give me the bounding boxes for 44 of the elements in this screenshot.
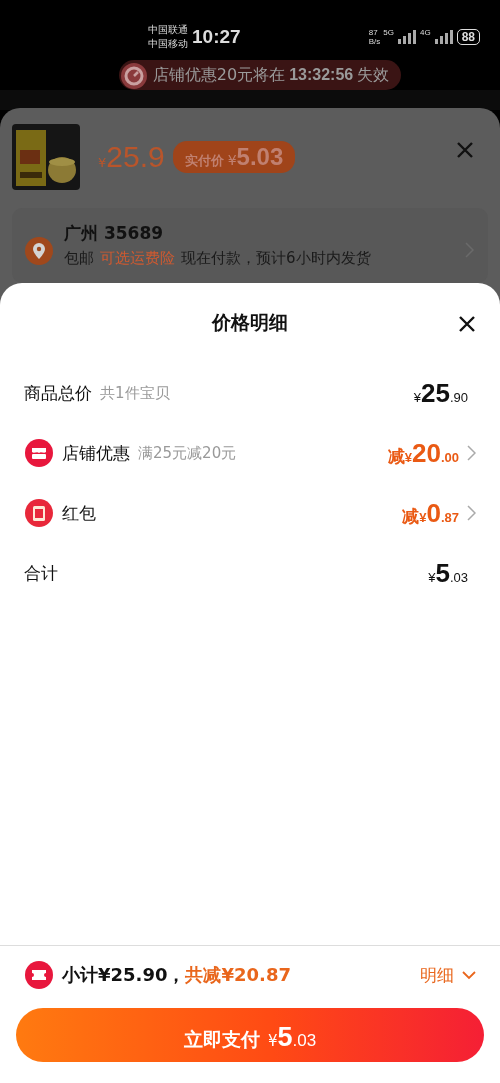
envelope-icon: [24, 498, 54, 528]
promo-text: 店铺优惠20元将在: [152, 64, 286, 86]
address-card[interactable]: 广州 35689 包邮 可选运费险 现在付款，预计6小时内发货: [12, 208, 488, 283]
shipping-label: 包邮: [64, 249, 94, 268]
product-price: 25.9: [106, 140, 165, 174]
countdown: 13:32:56: [289, 66, 354, 84]
location-pin-icon: [24, 236, 54, 266]
chevron-right-icon[interactable]: [467, 505, 476, 521]
row-label: 商品总价: [24, 381, 92, 405]
clock: 10:27: [192, 26, 241, 48]
battery-level: 88: [456, 29, 480, 45]
row-label: 红包: [62, 501, 96, 525]
row-note: 满25元减20元: [138, 443, 237, 463]
row-note: 共1件宝贝: [100, 383, 170, 403]
close-icon[interactable]: [458, 315, 476, 333]
amount: 减¥0.87: [402, 497, 459, 529]
price-currency: ¥: [98, 154, 107, 170]
signal-icon: [433, 30, 454, 44]
subtotal-text: 小计¥25.90，: [62, 963, 186, 987]
promo-suffix: 失效: [357, 64, 390, 86]
delivery-estimate: 现在付款，预计6小时内发货: [181, 249, 371, 268]
pay-button[interactable]: 立即支付 ¥5.03: [16, 1008, 484, 1062]
alarm-clock-icon: [118, 60, 149, 90]
amount: ¥25.90: [413, 377, 468, 409]
network-speed: 87: [368, 28, 379, 37]
amount: ¥5.03: [428, 557, 468, 589]
speed-unit: B/s: [368, 37, 381, 46]
address-title: 广州 35689: [64, 222, 165, 245]
ticket-icon: [24, 960, 54, 990]
insurance-link[interactable]: 可选运费险: [100, 249, 175, 268]
detail-toggle[interactable]: 明细: [420, 963, 476, 987]
carrier-name: 中国移动: [148, 37, 188, 51]
savings-text: 共减¥20.87: [185, 963, 291, 987]
final-price-badge: 实付价 ¥5.03: [172, 141, 296, 173]
row-label: 合计: [24, 561, 58, 585]
store-icon: [24, 438, 54, 468]
network-type: 5G: [383, 28, 394, 37]
panel-title: 价格明细: [212, 310, 288, 335]
chevron-right-icon[interactable]: [467, 445, 476, 461]
carrier-name: 中国联通: [148, 23, 188, 37]
signal-icon: [396, 30, 417, 44]
network-type: 4G: [419, 28, 431, 37]
row-label: 店铺优惠: [62, 441, 130, 465]
amount: 减¥20.00: [387, 437, 459, 469]
